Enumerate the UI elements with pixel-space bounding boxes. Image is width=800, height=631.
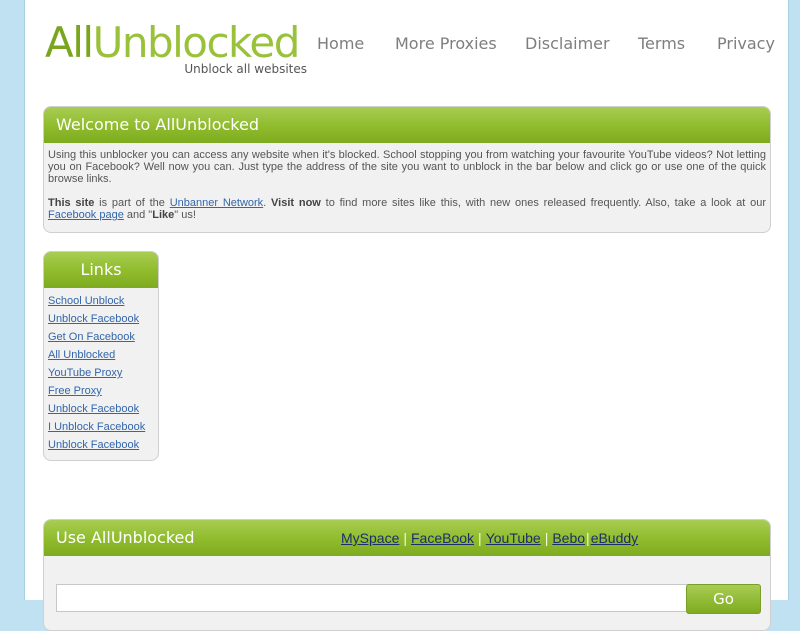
quick-link-youtube[interactable]: YouTube [486,530,541,546]
welcome-network-text: This site is part of the Unbanner Networ… [48,197,766,221]
list-item: Free Proxy [48,385,158,403]
url-input[interactable] [56,584,694,612]
page-container: AllUnblocked Unblock all websites Home M… [24,0,789,631]
list-item: YouTube Proxy [48,367,158,385]
link-unblock-facebook[interactable]: Unblock Facebook [48,313,139,325]
separator: | [586,530,590,546]
link-youtube-proxy[interactable]: YouTube Proxy [48,367,122,379]
part-of-text: is part of the [94,197,170,209]
list-item: Unblock Facebook [48,313,158,331]
quick-browse-links: MySpace | FaceBook | YouTube | Bebo|eBuddy [341,520,638,556]
nav-privacy[interactable]: Privacy [717,34,775,53]
visit-now-label: Visit now [271,197,321,209]
logo-tagline: Unblock all websites [184,62,307,76]
link-all-unblocked[interactable]: All Unblocked [48,349,115,361]
list-item: I Unblock Facebook [48,421,158,439]
link-unblock-facebook-2[interactable]: Unblock Facebook [48,403,139,415]
link-i-unblock-facebook[interactable]: I Unblock Facebook [48,421,145,433]
welcome-box: Welcome to AllUnblocked Using this unblo… [43,106,771,233]
use-box: Use AllUnblocked MySpace | FaceBook | YouTub… [43,519,771,631]
link-free-proxy[interactable]: Free Proxy [48,385,102,397]
nav-home[interactable]: Home [317,34,364,53]
facebook-page-link[interactable]: Facebook page [48,209,124,221]
separator: | [478,530,482,546]
main-nav: Home More Proxies Disclaimer Terms Priva… [25,34,788,54]
welcome-title: Welcome to AllUnblocked [44,107,770,143]
quick-link-bebo[interactable]: Bebo [552,530,585,546]
unbanner-network-link[interactable]: Unbanner Network [170,197,263,209]
quick-link-ebuddy[interactable]: eBuddy [591,530,638,546]
separator: | [403,530,407,546]
separator: | [544,530,549,546]
link-unblock-facebook-3[interactable]: Unblock Facebook [48,439,139,451]
and-text: and " [123,209,153,221]
list-item: Get On Facebook [48,331,158,349]
nav-terms[interactable]: Terms [638,34,685,53]
quick-link-myspace[interactable]: MySpace [341,530,399,546]
links-box: Links School Unblock Unblock Facebook Ge… [43,251,159,461]
nav-disclaimer[interactable]: Disclaimer [525,34,610,53]
link-school-unblock[interactable]: School Unblock [48,295,124,307]
this-site-label: This site [48,197,95,209]
list-item: Unblock Facebook [48,439,158,457]
use-title: Use AllUnblocked [56,528,195,547]
us-text: " us! [174,209,196,221]
list-item: School Unblock [48,295,158,313]
go-button[interactable]: Go [686,584,761,614]
list-item: Unblock Facebook [48,403,158,421]
dot-text: . [263,197,272,209]
like-label: Like [152,209,175,221]
use-header: Use AllUnblocked MySpace | FaceBook | YouTub… [44,520,770,556]
links-list: School Unblock Unblock Facebook Get On F… [44,288,158,457]
welcome-body: Using this unblocker you can access any … [44,143,770,221]
welcome-rest-text: to find more sites like this, with new o… [320,197,766,209]
welcome-intro-text: Using this unblocker you can access any … [48,149,766,185]
quick-link-facebook[interactable]: FaceBook [411,530,474,546]
nav-more-proxies[interactable]: More Proxies [395,34,497,53]
links-title: Links [44,252,158,288]
link-get-on-facebook[interactable]: Get On Facebook [48,331,135,343]
list-item: All Unblocked [48,349,158,367]
